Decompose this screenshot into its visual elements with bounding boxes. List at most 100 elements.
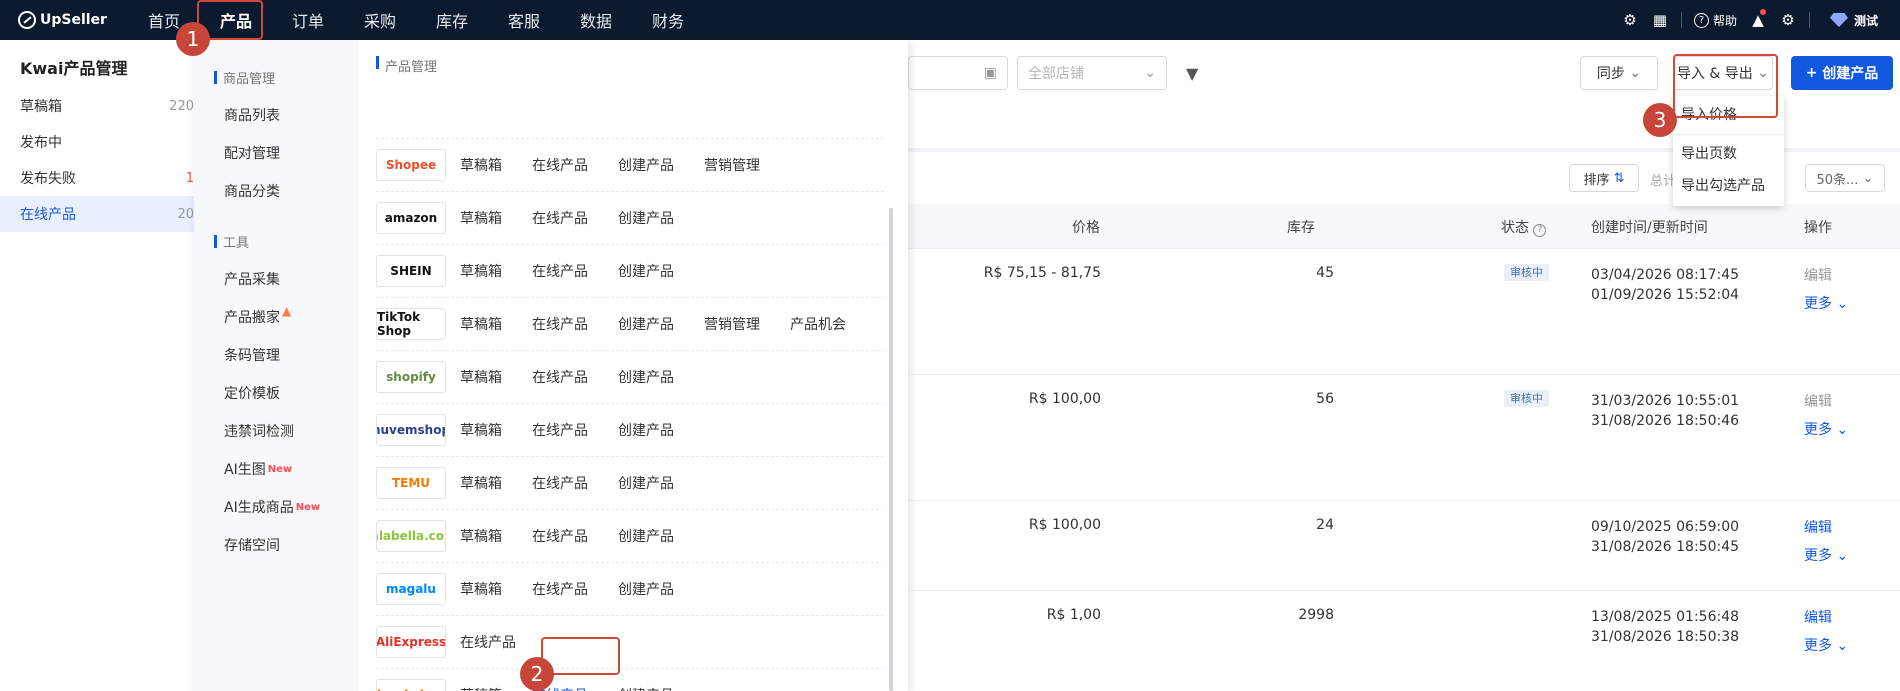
nav-orders[interactable]: 订单 — [272, 0, 344, 40]
menu-item-barcode[interactable]: 条码管理 — [194, 336, 357, 374]
platform-link[interactable]: 草稿箱 — [460, 261, 502, 281]
platform-link[interactable]: 创建产品 — [618, 261, 674, 281]
menu-item-goods-list[interactable]: 商品列表 — [194, 96, 357, 134]
platform-link[interactable]: 创建产品 — [618, 685, 674, 691]
calendar-icon: ▣ — [983, 65, 997, 81]
menu-item-ai-product[interactable]: AI生成商品 New — [194, 488, 357, 526]
platform-link[interactable]: 在线产品 — [532, 155, 588, 175]
sidebar-item-online[interactable]: 在线产品 20 — [0, 196, 194, 232]
platform-link[interactable]: 草稿箱 — [460, 367, 502, 387]
platform-link[interactable]: 草稿箱 — [460, 420, 502, 440]
sort-button[interactable]: 排序 ⇅ — [1569, 164, 1639, 192]
menu-item-category[interactable]: 商品分类 — [194, 172, 357, 210]
highlight-import-export — [1673, 54, 1778, 118]
more-link[interactable]: 更多 ⌄ — [1804, 545, 1848, 565]
menu-item-ai-image[interactable]: AI生图 New — [194, 450, 357, 488]
question-icon[interactable]: ? — [1533, 224, 1547, 237]
filter-icon[interactable]: ▼ — [1186, 64, 1198, 83]
platform-logo: shopify — [376, 361, 446, 393]
platform-link[interactable]: 在线产品 — [532, 579, 588, 599]
mega-scrollbar[interactable] — [889, 208, 893, 691]
logo-icon — [18, 11, 36, 29]
gear-icon[interactable]: ⚙ — [1773, 0, 1803, 40]
sync-button[interactable]: 同步 ⌄ — [1580, 56, 1658, 90]
menu-item-pricing[interactable]: 定价模板 — [194, 374, 357, 412]
platform-link[interactable]: 在线产品 — [532, 367, 588, 387]
page-size-select[interactable]: 50条... ⌄ — [1805, 164, 1885, 192]
edit-link[interactable]: 编辑 — [1804, 517, 1832, 537]
platform-row: shopify 草稿箱 在线产品 创建产品 — [376, 350, 884, 403]
bell-icon[interactable]: ▲ — [1743, 0, 1773, 40]
edit-link[interactable]: 编辑 — [1804, 265, 1832, 285]
menu-item-pairing[interactable]: 配对管理 — [194, 134, 357, 172]
platform-link[interactable]: 产品机会 — [790, 314, 846, 334]
platform-link[interactable]: 创建产品 — [618, 579, 674, 599]
more-link[interactable]: 更多 ⌄ — [1804, 419, 1848, 439]
upseller-logo[interactable]: UpSeller — [0, 11, 128, 29]
question-icon: ? — [1693, 12, 1709, 28]
more-link[interactable]: 更多 ⌄ — [1804, 635, 1848, 655]
menu-item-export-selected[interactable]: 导出勾选产品 — [1673, 169, 1784, 201]
sidebar-item-drafts[interactable]: 草稿箱 220 — [0, 88, 194, 124]
edit-link[interactable]: 编辑 — [1804, 607, 1832, 627]
platform-logo: amazon — [376, 202, 446, 234]
platform-row: Shopee 草稿箱 在线产品 创建产品 营销管理 — [376, 138, 884, 191]
platform-link[interactable]: 创建产品 — [618, 367, 674, 387]
menu-item-banned-words[interactable]: 违禁词检测 — [194, 412, 357, 450]
platform-link[interactable]: 在线产品 — [532, 261, 588, 281]
store-select[interactable]: 全部店铺 ⌄ — [1017, 56, 1167, 90]
create-product-button[interactable]: + 创建产品 — [1791, 56, 1893, 90]
platform-link[interactable]: 在线产品 — [532, 420, 588, 440]
menu-item-collect[interactable]: 产品采集 — [194, 260, 357, 298]
platform-link[interactable]: 在线产品 — [460, 632, 516, 652]
edit-link[interactable]: 编辑 — [1804, 391, 1832, 411]
menu-item-storage[interactable]: 存储空间 — [194, 526, 357, 564]
date-range-input[interactable]: ▣ — [908, 56, 1008, 90]
platform-link[interactable]: 草稿箱 — [460, 208, 502, 228]
sort-icon: ⇅ — [1613, 170, 1625, 186]
platform-link[interactable]: 草稿箱 — [460, 685, 502, 691]
platform-logo: Shopee — [376, 149, 446, 181]
platform-link[interactable]: 在线产品 — [532, 314, 588, 334]
platform-link[interactable]: 在线产品 — [532, 473, 588, 493]
platform-logo: falabella.com — [376, 520, 446, 552]
nav-data[interactable]: 数据 — [560, 0, 632, 40]
platform-link[interactable]: 创建产品 — [618, 208, 674, 228]
platform-row: magalu 草稿箱 在线产品 创建产品 — [376, 562, 884, 615]
platform-link[interactable]: 在线产品 — [532, 208, 588, 228]
platform-link[interactable]: 在线产品 — [532, 526, 588, 546]
nav-inventory[interactable]: 库存 — [416, 0, 488, 40]
platform-link[interactable]: 草稿箱 — [460, 473, 502, 493]
sidebar-item-publishing[interactable]: 发布中 — [0, 124, 194, 160]
platform-link[interactable]: 草稿箱 — [460, 155, 502, 175]
top-nav: UpSeller 首页 产品 订单 采购 库存 客服 数据 财务 ⚙ ▦ ? 帮… — [0, 0, 1900, 40]
plus-icon: + — [1805, 65, 1823, 81]
menu-item-migrate[interactable]: 产品搬家 ▲ — [194, 298, 357, 336]
more-link[interactable]: 更多 ⌄ — [1804, 293, 1848, 313]
fire-icon: ▲ — [282, 304, 292, 318]
step-marker: 1 — [176, 22, 210, 56]
platform-link[interactable]: 创建产品 — [618, 473, 674, 493]
platform-link[interactable]: 营销管理 — [704, 155, 760, 175]
products-mega-menu: 商品管理 商品列表 配对管理 商品分类 工具 产品采集 产品搬家 ▲ 条码管理 定… — [194, 40, 908, 691]
nav-purchase[interactable]: 采购 — [344, 0, 416, 40]
platform-link[interactable]: 营销管理 — [704, 314, 760, 334]
menu-item-export-pages[interactable]: 导出页数 — [1673, 137, 1784, 169]
platform-link[interactable]: 创建产品 — [618, 420, 674, 440]
platform-link[interactable]: 草稿箱 — [460, 314, 502, 334]
chevron-down-icon: ⌄ — [1629, 65, 1642, 81]
user-menu[interactable]: 测试 — [1816, 12, 1900, 29]
nav-service[interactable]: 客服 — [488, 0, 560, 40]
platform-link[interactable]: 创建产品 — [618, 314, 674, 334]
nav-finance[interactable]: 财务 — [632, 0, 704, 40]
wrench-icon[interactable]: ⚙ — [1615, 0, 1645, 40]
apps-icon[interactable]: ▦ — [1645, 0, 1675, 40]
platform-link[interactable]: 草稿箱 — [460, 526, 502, 546]
header-stock: 库存 — [1287, 220, 1315, 236]
platform-logo: kwai shop — [376, 679, 446, 691]
platform-link[interactable]: 草稿箱 — [460, 579, 502, 599]
platform-link[interactable]: 创建产品 — [618, 155, 674, 175]
sidebar-item-failed[interactable]: 发布失败 1 — [0, 160, 194, 196]
platform-link[interactable]: 创建产品 — [618, 526, 674, 546]
help-link[interactable]: ? 帮助 — [1693, 12, 1737, 29]
